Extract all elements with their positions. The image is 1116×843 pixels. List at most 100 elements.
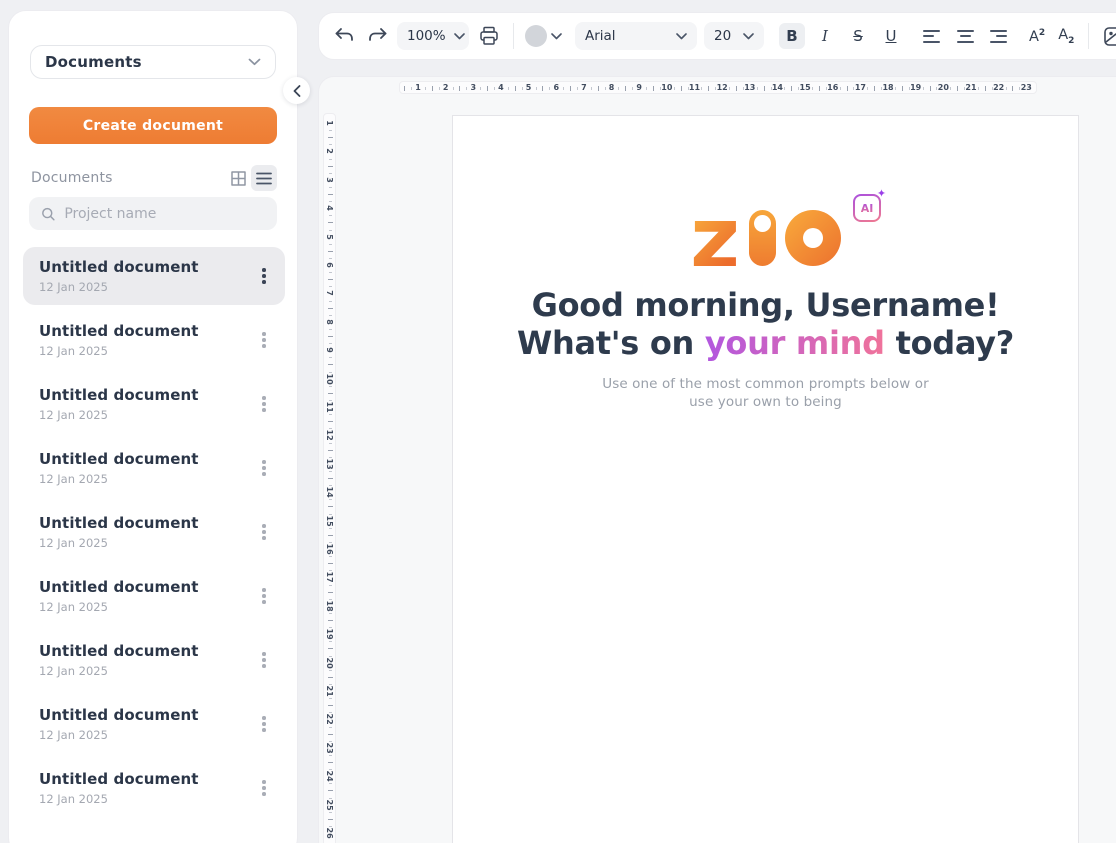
- ruler-tick: [328, 308, 333, 309]
- ruler-number: 7: [325, 288, 334, 299]
- image-icon: [1103, 26, 1116, 47]
- ruler-tick: [923, 87, 924, 90]
- list-view-button[interactable]: [251, 165, 277, 191]
- document-list-item[interactable]: Untitled document12 Jan 2025: [23, 631, 285, 689]
- redo-button[interactable]: [364, 23, 390, 49]
- ruler-tick: [329, 443, 332, 444]
- document-item-text: Untitled document12 Jan 2025: [39, 770, 255, 806]
- documents-section-header: Documents: [31, 165, 277, 191]
- ruler-tick: [329, 727, 332, 728]
- document-page[interactable]: z AI ✦ Good morning, Username! What's on…: [452, 115, 1079, 843]
- sidebar-collapse-button[interactable]: [283, 77, 310, 104]
- ruler-number: 14: [325, 487, 334, 498]
- align-right-button[interactable]: [985, 23, 1011, 49]
- undo-button[interactable]: [331, 23, 357, 49]
- chevron-down-icon: [551, 33, 562, 40]
- ruler-tick: [978, 87, 979, 90]
- ruler-tick: [708, 86, 709, 91]
- ruler-number: 13: [325, 458, 334, 469]
- underline-button[interactable]: U: [878, 23, 904, 49]
- align-right-icon: [990, 30, 1007, 32]
- ruler-tick: [328, 762, 333, 763]
- kebab-menu-button[interactable]: [255, 456, 273, 480]
- kebab-menu-button[interactable]: [255, 392, 273, 416]
- document-list-item[interactable]: Untitled document12 Jan 2025: [23, 311, 285, 369]
- ai-badge: AI ✦: [853, 194, 881, 222]
- ruler-tick: [328, 336, 333, 337]
- document-list-item[interactable]: Untitled document 12 Jan 2025: [23, 503, 285, 561]
- document-item-text: Untitled document12 Jan 2025: [39, 450, 255, 486]
- insert-image-button[interactable]: [1100, 23, 1116, 49]
- ruler-number: 1: [415, 83, 421, 92]
- search-field[interactable]: [29, 197, 277, 230]
- kebab-menu-button[interactable]: [255, 648, 273, 672]
- zoom-value: 100%: [407, 28, 446, 44]
- zoom-select[interactable]: 100%: [397, 22, 469, 50]
- ruler-tick: [674, 87, 675, 90]
- editor-canvas: 1234567891011121314151617181920212223 12…: [318, 76, 1116, 843]
- document-list-item[interactable]: Untitled document12 Jan 2025: [23, 759, 285, 817]
- grid-icon: [230, 170, 247, 187]
- ruler-number: 4: [498, 83, 504, 92]
- document-item-text: Untitled document12 Jan 2025: [39, 578, 255, 614]
- create-document-button[interactable]: Create document: [29, 107, 277, 144]
- ruler-tick: [494, 87, 495, 90]
- ruler-tick: [329, 329, 332, 330]
- ruler-number: 24: [325, 771, 334, 782]
- align-center-button[interactable]: [952, 23, 978, 49]
- greeting-line2: What's on your mind today?: [453, 324, 1078, 362]
- ruler-number: 6: [553, 83, 559, 92]
- ruler-number: 18: [882, 83, 893, 92]
- horizontal-ruler[interactable]: 1234567891011121314151617181920212223: [399, 81, 1037, 94]
- document-list-item[interactable]: Untitled document12 Jan 2025: [23, 695, 285, 753]
- search-input[interactable]: [64, 206, 265, 222]
- ruler-number: 9: [325, 345, 334, 356]
- ruler-tick: [632, 87, 633, 90]
- chevron-down-icon: [676, 33, 687, 40]
- ruler-tick: [867, 87, 868, 90]
- kebab-menu-button[interactable]: [255, 328, 273, 352]
- document-title: Untitled document: [39, 514, 255, 532]
- color-swatch-icon: [525, 25, 547, 47]
- kebab-menu-button[interactable]: [255, 712, 273, 736]
- ruler-number: 22: [993, 83, 1004, 92]
- ruler-tick: [329, 471, 332, 472]
- document-date: 12 Jan 2025: [39, 280, 255, 294]
- ruler-tick: [577, 87, 578, 90]
- ruler-number: 21: [325, 686, 334, 697]
- ruler-tick: [757, 87, 758, 90]
- kebab-menu-button[interactable]: [255, 264, 273, 288]
- strikethrough-button[interactable]: S: [845, 23, 871, 49]
- font-size-select[interactable]: 20: [704, 22, 764, 50]
- font-family-select[interactable]: Arial: [575, 22, 697, 50]
- kebab-menu-button[interactable]: [255, 520, 273, 544]
- document-list-item[interactable]: Untitled document12 Jan 2025: [23, 567, 285, 625]
- ruler-number: 15: [800, 83, 811, 92]
- ai-badge-label: AI: [861, 202, 874, 215]
- align-left-button[interactable]: [919, 23, 945, 49]
- print-button[interactable]: [476, 23, 502, 49]
- italic-button[interactable]: I: [812, 23, 838, 49]
- ruler-tick: [328, 620, 333, 621]
- ruler-tick: [329, 698, 332, 699]
- kebab-menu-button[interactable]: [255, 584, 273, 608]
- bold-button[interactable]: B: [779, 23, 805, 49]
- ruler-tick: [328, 563, 333, 564]
- workspace-selector[interactable]: Documents: [30, 45, 276, 79]
- document-list-item[interactable]: Untitled document12 Jan 2025: [23, 247, 285, 305]
- kebab-menu-button[interactable]: [255, 776, 273, 800]
- ruler-number: 2: [325, 146, 334, 157]
- grid-view-button[interactable]: [225, 165, 251, 191]
- ruler-number: 14: [772, 83, 783, 92]
- document-list-item[interactable]: Untitled document12 Jan 2025: [23, 439, 285, 497]
- document-date: 12 Jan 2025: [39, 536, 255, 550]
- ruler-tick: [328, 166, 333, 167]
- text-color-picker[interactable]: [525, 25, 562, 47]
- subscript-button[interactable]: A2: [1055, 27, 1077, 46]
- vertical-ruler[interactable]: 1234567891011121314151617181920212223242…: [323, 113, 336, 843]
- superscript-button[interactable]: A2: [1026, 28, 1048, 45]
- ruler-tick: [328, 279, 333, 280]
- ruler-tick: [329, 656, 332, 657]
- document-list-item[interactable]: Untitled document12 Jan 2025: [23, 375, 285, 433]
- ruler-tick: [646, 87, 647, 90]
